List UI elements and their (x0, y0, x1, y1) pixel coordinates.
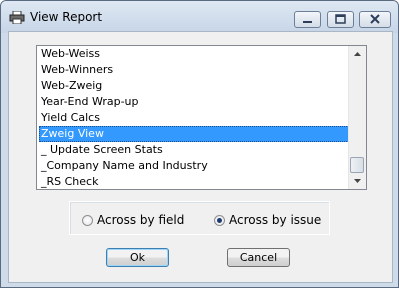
arrow-up-icon (354, 52, 361, 56)
list-item[interactable]: _RS Check (39, 174, 351, 189)
list-item[interactable]: Web-Zweig (39, 78, 351, 94)
list-item[interactable]: Web-Winners (39, 62, 351, 78)
window-title: View Report (30, 10, 103, 24)
maximize-icon (335, 14, 346, 24)
printer-icon (9, 11, 25, 24)
radio-button-checked[interactable] (214, 214, 225, 226)
list-item[interactable]: Web-Weiss (39, 46, 351, 62)
dialog-body: Web-Weiss Web-Winners Web-Zweig Year-End… (8, 31, 393, 283)
maximize-button[interactable] (327, 11, 354, 28)
arrow-down-icon (354, 179, 361, 183)
list-item[interactable]: Yield Calcs (39, 110, 351, 126)
vertical-scrollbar[interactable] (348, 46, 366, 189)
list-item[interactable]: Year-End Wrap-up (39, 94, 351, 110)
layout-option-group: Across by field Across by issue (69, 201, 330, 235)
report-list: Web-Weiss Web-Winners Web-Zweig Year-End… (39, 46, 351, 189)
list-item-selected[interactable]: Zweig View (39, 126, 351, 142)
across-by-field-label: Across by field (97, 213, 185, 227)
radio-button-unchecked[interactable] (82, 214, 93, 226)
scroll-down-button[interactable] (349, 172, 366, 189)
minimize-icon (303, 21, 312, 23)
ok-button[interactable]: Ok (106, 248, 169, 267)
report-listbox[interactable]: Web-Weiss Web-Winners Web-Zweig Year-End… (36, 45, 367, 190)
cancel-button[interactable]: Cancel (227, 248, 290, 267)
across-by-issue-label: Across by issue (229, 213, 322, 227)
scrollbar-thumb[interactable] (350, 157, 364, 173)
close-button[interactable] (359, 11, 391, 28)
view-report-window: View Report Web-Weiss Web-Winners Web-Zw… (0, 0, 399, 288)
close-icon (370, 14, 380, 24)
list-item[interactable]: _ Update Screen Stats (39, 142, 351, 158)
minimize-button[interactable] (294, 11, 321, 28)
across-by-field-radio[interactable]: Across by field (82, 213, 184, 227)
title-bar[interactable]: View Report (1, 1, 398, 33)
list-item[interactable]: _Company Name and Industry (39, 158, 351, 174)
scroll-up-button[interactable] (349, 46, 366, 63)
across-by-issue-radio[interactable]: Across by issue (214, 213, 321, 227)
